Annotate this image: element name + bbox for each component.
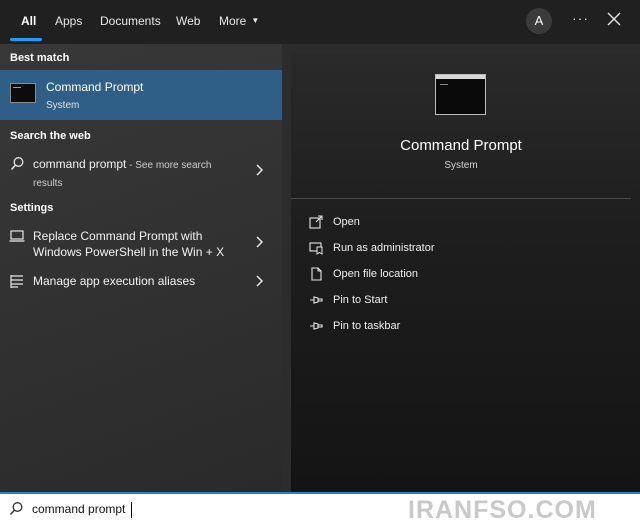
search-icon	[9, 502, 23, 515]
details-panel: Command Prompt System Open Run as admini…	[291, 53, 640, 492]
action-open-file-location[interactable]: Open file location	[309, 265, 609, 285]
list-icon	[10, 275, 23, 288]
laptop-icon	[9, 230, 25, 242]
web-result-query: command prompt	[33, 157, 127, 171]
best-match-name: Command Prompt	[46, 80, 144, 94]
action-pin-to-start-label: Pin to Start	[333, 294, 388, 306]
pin-icon	[310, 296, 323, 304]
command-prompt-large-icon	[435, 74, 486, 115]
web-result-text: command prompt - See more search results	[33, 156, 211, 192]
details-subtitle: System	[444, 160, 478, 171]
action-open-file-location-label: Open file location	[333, 268, 418, 280]
chevron-right-icon	[256, 164, 264, 176]
top-tab-bar: All Apps Documents Web More ▼ A ···	[0, 0, 640, 44]
more-options-icon[interactable]: ···	[572, 10, 589, 26]
details-title: Command Prompt	[400, 137, 522, 154]
open-icon	[309, 215, 323, 229]
best-match-subtitle: System	[46, 100, 80, 111]
chevron-right-icon	[256, 236, 264, 248]
shield-icon	[309, 242, 323, 255]
start-search-window: All Apps Documents Web More ▼ A ··· Best …	[0, 0, 640, 524]
avatar[interactable]: A	[526, 8, 552, 34]
close-icon[interactable]	[606, 11, 622, 27]
divider	[291, 198, 631, 199]
search-web-title: Search the web	[10, 130, 91, 142]
action-pin-to-taskbar-label: Pin to taskbar	[333, 320, 401, 332]
file-icon	[311, 267, 322, 281]
tab-apps[interactable]: Apps	[55, 14, 82, 28]
search-icon	[10, 157, 24, 170]
search-input[interactable]	[32, 499, 332, 519]
action-pin-to-start[interactable]: Pin to Start	[309, 291, 609, 311]
text-caret	[131, 502, 132, 518]
chevron-down-icon: ▼	[251, 16, 260, 25]
web-result-suffix2: results	[33, 178, 63, 189]
action-pin-to-taskbar[interactable]: Pin to taskbar	[309, 317, 609, 337]
tab-web[interactable]: Web	[176, 14, 200, 28]
results-panel: Best match Command Prompt System Search …	[0, 44, 282, 492]
chevron-right-icon	[256, 275, 264, 287]
action-open[interactable]: Open	[309, 213, 609, 233]
settings-item-replace-label: Replace Command Prompt with Windows Powe…	[33, 228, 224, 260]
pin-icon	[310, 322, 323, 330]
active-tab-indicator	[10, 38, 42, 41]
action-open-label: Open	[333, 216, 360, 228]
action-run-as-admin-label: Run as administrator	[333, 242, 435, 254]
action-run-as-admin[interactable]: Run as administrator	[309, 239, 609, 259]
best-match-item[interactable]: Command Prompt System	[0, 70, 282, 120]
settings-title: Settings	[10, 202, 54, 214]
best-match-title: Best match	[10, 52, 70, 64]
settings-item-aliases[interactable]: Manage app execution aliases	[0, 272, 282, 292]
command-prompt-icon	[10, 83, 36, 103]
watermark: IRANFSO.COM	[408, 496, 597, 524]
tab-more-label: More	[219, 14, 247, 28]
web-result-item[interactable]: command prompt - See more search results	[0, 154, 282, 192]
tab-all[interactable]: All	[21, 14, 36, 28]
settings-item-aliases-label: Manage app execution aliases	[33, 274, 196, 288]
tab-more[interactable]: More ▼	[219, 14, 259, 28]
settings-item-replace-line2: Windows PowerShell in the Win + X	[33, 245, 225, 259]
search-bar: IRANFSO.COM	[0, 492, 640, 524]
tab-documents[interactable]: Documents	[100, 14, 161, 28]
settings-item-replace-line1: Replace Command Prompt with	[33, 229, 203, 243]
web-result-suffix: - See more search	[126, 160, 212, 171]
settings-item-replace-powershell[interactable]: Replace Command Prompt with Windows Powe…	[0, 226, 282, 262]
